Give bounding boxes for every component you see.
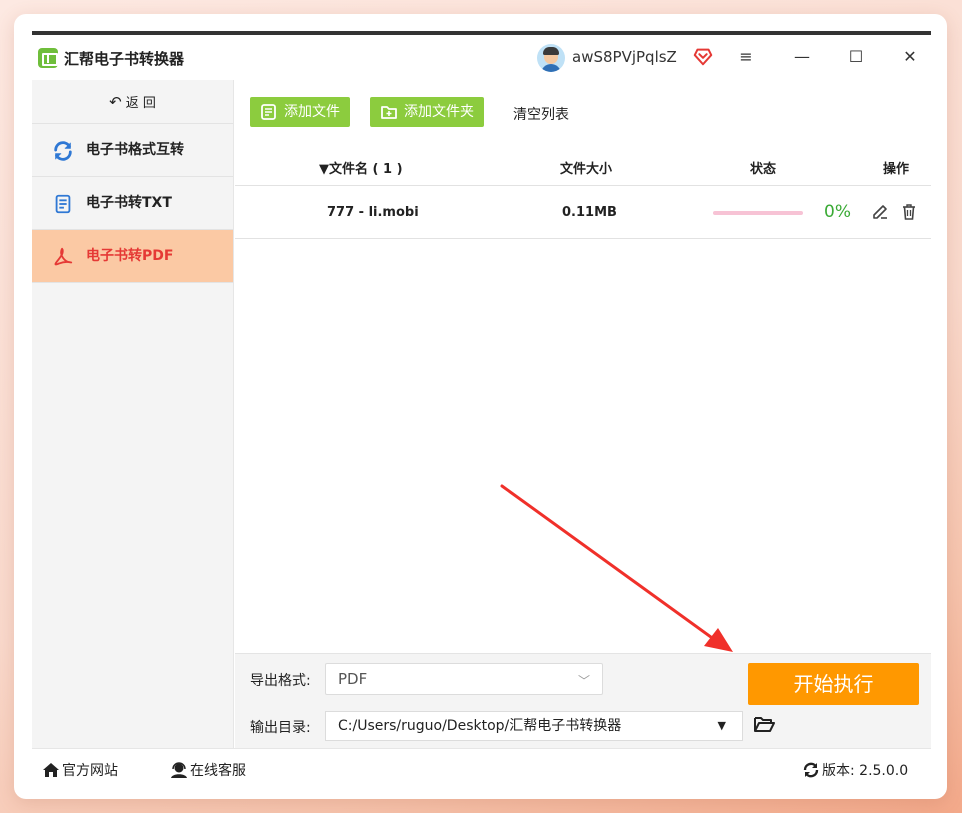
document-icon [55, 194, 71, 214]
maximize-icon[interactable]: ☐ [846, 47, 866, 67]
online-support-link[interactable]: 在线客服 [170, 760, 246, 780]
sidebar-item-to-txt[interactable]: 电子书转TXT [32, 177, 233, 230]
convert-icon [54, 141, 72, 161]
minimize-icon[interactable]: — [792, 47, 812, 67]
column-filename[interactable]: ▼文件名 ( 1 ) [319, 158, 403, 177]
app-logo-icon [38, 48, 58, 68]
table-header: ▼文件名 ( 1 ) 文件大小 状态 操作 [235, 144, 931, 186]
back-label: 返 回 [125, 96, 156, 111]
add-folder-icon [381, 106, 397, 119]
sidebar-item-label: 电子书转PDF [86, 248, 174, 264]
progress-percent: 0% [824, 202, 851, 222]
version-info[interactable]: 版本: 2.5.0.0 [802, 760, 908, 780]
add-file-label: 添加文件 [284, 104, 340, 120]
home-icon [43, 763, 59, 777]
file-name: 777 - li.mobi [327, 205, 419, 220]
start-button[interactable]: 开始执行 [748, 663, 919, 705]
chevron-down-icon: ﹀ [577, 674, 590, 688]
dropdown-caret-icon[interactable]: ▼ [718, 712, 726, 740]
output-dir-value: C:/Users/ruguo/Desktop/汇帮电子书转换器 [338, 718, 622, 734]
menu-icon[interactable]: ≡ [736, 47, 756, 67]
output-dir-input[interactable]: C:/Users/ruguo/Desktop/汇帮电子书转换器 ▼ [325, 711, 743, 741]
app-title: 汇帮电子书转换器 [64, 50, 185, 68]
add-file-button[interactable]: 添加文件 [250, 97, 350, 127]
official-website-label: 官方网站 [62, 763, 118, 779]
title-bar: 汇帮电子书转换器 awS8PVjPqlsZ ≡ — ☐ ✕ [32, 35, 931, 80]
progress-bar [713, 211, 803, 215]
pdf-icon [54, 247, 73, 266]
app-window: 汇帮电子书转换器 awS8PVjPqlsZ ≡ — ☐ ✕ ↶ 返 回 电子书格式… [14, 14, 947, 799]
file-size: 0.11MB [562, 205, 617, 220]
column-status: 状态 [750, 162, 777, 177]
add-folder-label: 添加文件夹 [404, 104, 474, 120]
output-label: 输出目录: [250, 720, 311, 736]
close-icon[interactable]: ✕ [900, 47, 920, 67]
add-folder-button[interactable]: 添加文件夹 [370, 97, 484, 127]
format-label: 导出格式: [250, 673, 311, 689]
sidebar-item-label: 电子书转TXT [86, 195, 172, 211]
settings-panel: 导出格式: PDF ﹀ 输出目录: C:/Users/ruguo/Desktop… [235, 653, 931, 748]
column-action: 操作 [883, 162, 910, 177]
version-label: 版本: 2.5.0.0 [822, 763, 909, 779]
support-agent-icon [171, 762, 187, 778]
back-button[interactable]: ↶ 返 回 [32, 80, 233, 124]
footer: 官方网站 在线客服 版本: 2.5.0.0 [32, 748, 931, 788]
add-file-icon [261, 104, 276, 120]
column-size: 文件大小 [560, 162, 613, 177]
sidebar-item-format-convert[interactable]: 电子书格式互转 [32, 124, 233, 177]
edit-icon[interactable] [871, 203, 889, 221]
format-value: PDF [338, 670, 368, 688]
vip-heart-icon[interactable] [692, 45, 714, 67]
main-panel: 添加文件 添加文件夹 清空列表 ▼文件名 ( 1 ) 文件大小 状态 操作 77… [235, 80, 931, 653]
sort-down-icon: ▼ [319, 162, 329, 177]
folder-open-icon[interactable] [753, 714, 775, 734]
back-arrow-icon: ↶ [109, 93, 122, 111]
sidebar-item-label: 电子书格式互转 [86, 142, 184, 158]
user-avatar[interactable] [537, 44, 565, 72]
clear-list-button[interactable]: 清空列表 [513, 104, 569, 124]
column-filename-label: 文件名 ( 1 ) [329, 162, 403, 177]
toolbar: 添加文件 添加文件夹 清空列表 [235, 80, 931, 144]
table-row[interactable]: 777 - li.mobi 0.11MB 0% [235, 186, 931, 239]
official-website-link[interactable]: 官方网站 [42, 760, 118, 780]
sidebar-item-to-pdf[interactable]: 电子书转PDF [32, 230, 233, 283]
online-support-label: 在线客服 [190, 763, 246, 779]
refresh-icon [803, 762, 819, 778]
username[interactable]: awS8PVjPqlsZ [572, 48, 677, 66]
sidebar: ↶ 返 回 电子书格式互转 电子书转TXT 电子书转PDF [32, 80, 234, 748]
delete-icon[interactable] [900, 203, 918, 221]
format-select[interactable]: PDF ﹀ [325, 663, 603, 695]
